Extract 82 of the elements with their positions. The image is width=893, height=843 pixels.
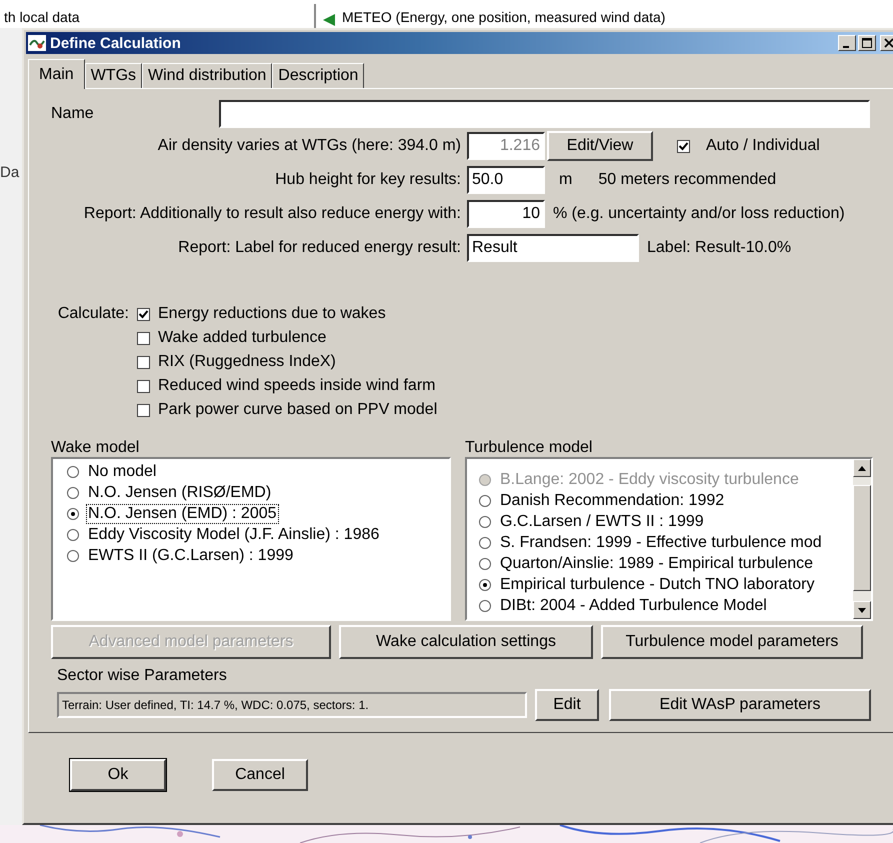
radio-button[interactable] (479, 558, 491, 570)
result-label-field[interactable]: Result (467, 234, 639, 262)
radio-label: S. Frandsen: 1999 - Effective turbulence mod (499, 532, 823, 552)
checkbox[interactable] (137, 308, 150, 320)
checkbox[interactable] (137, 332, 150, 344)
group-label: Sector wise Parameters (57, 667, 228, 685)
edit-button[interactable]: Edit (535, 689, 599, 721)
radio-button[interactable] (67, 486, 79, 498)
note-text: % (e.g. uncertainty and/or loss reduction) (553, 205, 845, 223)
radio-label: Empirical turbulence - Dutch TNO laboratory (499, 574, 816, 594)
radio-button[interactable] (67, 508, 79, 520)
hub-height-field[interactable]: 50.0 (467, 166, 545, 194)
scroll-down-button[interactable] (853, 601, 871, 619)
radio-button[interactable] (67, 466, 79, 478)
dialog-button[interactable]: Cancel (212, 759, 308, 791)
tab[interactable]: Wind distribution (142, 63, 272, 88)
radio-button[interactable] (67, 528, 79, 540)
section-label: Calculate: (56, 305, 130, 324)
tab[interactable]: WTGs (84, 63, 142, 88)
group-label: Turbulence model (465, 439, 594, 457)
radio-button[interactable] (479, 494, 491, 506)
checkbox[interactable] (137, 356, 150, 368)
tab[interactable]: Main (28, 59, 85, 89)
radio-label: B.Lange: 2002 - Eddy viscosity turbulence (499, 470, 800, 490)
checkbox-label: Auto / Individual (706, 137, 820, 155)
field-label: Hub height for key results: (274, 171, 462, 189)
checkbox-label: Energy reductions due to wakes (158, 305, 386, 323)
window-title: Define Calculation (50, 34, 182, 52)
note-text: Label: Result-10.0% (647, 239, 792, 257)
checkbox-label: Wake added turbulence (158, 329, 326, 347)
checkbox[interactable] (137, 380, 150, 392)
list-item[interactable]: METEO (Energy, one position, measured wind data) (342, 8, 666, 26)
note-text: 50 meters recommended (598, 171, 776, 189)
radio-label: N.O. Jensen (EMD) : 2005 (86, 504, 279, 524)
minimize-icon (842, 46, 848, 48)
group-label: Wake model (51, 439, 140, 457)
scrollbar[interactable] (853, 459, 871, 619)
flag-icon (322, 14, 336, 26)
name-field[interactable] (219, 100, 870, 128)
app-icon (28, 35, 46, 51)
radio-label: No model (87, 462, 158, 482)
maximize-icon (862, 38, 872, 48)
checkbox-label: Reduced wind speeds inside wind farm (158, 377, 436, 395)
close-button[interactable] (880, 35, 893, 51)
maximize-button[interactable] (858, 35, 876, 51)
scroll-up-icon (858, 466, 866, 470)
checkbox-label: Park power curve based on PPV model (158, 401, 438, 419)
radio-label: Eddy Viscosity Model (J.F. Ainslie) : 1986 (87, 524, 380, 544)
tab[interactable]: Description (272, 63, 364, 88)
checkbox-label: RIX (Ruggedness IndeX) (158, 353, 336, 371)
scroll-thumb[interactable] (853, 485, 871, 591)
minimize-button[interactable] (838, 35, 856, 51)
close-icon (884, 38, 893, 48)
radio-button[interactable] (479, 536, 491, 548)
dialog-button[interactable]: Ok (70, 759, 166, 791)
check-icon (678, 140, 689, 152)
radio-label: Danish Recommendation: 1992 (499, 490, 726, 510)
checkbox[interactable] (137, 404, 150, 416)
check-icon (138, 308, 149, 320)
radio-label: G.C.Larsen / EWTS II : 1999 (499, 512, 705, 532)
field-label: Name (51, 105, 95, 123)
radio-label: Quarton/Ainslie: 1989 - Empirical turbulence (499, 554, 814, 574)
background-text: th local data (3, 8, 80, 26)
radio-button[interactable] (67, 550, 79, 562)
edit-wasp-button[interactable]: Edit WAsP parameters (609, 689, 871, 721)
radio-label: EWTS II (G.C.Larsen) : 1999 (87, 546, 294, 566)
background-text: Da (0, 164, 20, 181)
radio-button[interactable] (479, 516, 491, 528)
unit-label: m (559, 171, 572, 189)
radio-label: N.O. Jensen (RISØ/EMD) (87, 482, 272, 502)
field-label: Report: Additionally to result also reduce energy with: (82, 205, 462, 223)
field-label: Report: Label for reduced energy result: (177, 239, 462, 257)
radio-button[interactable] (479, 600, 491, 612)
model-button[interactable]: Turbulence model parameters (601, 625, 863, 659)
scroll-up-button[interactable] (853, 459, 871, 477)
reduction-field[interactable]: 10 (467, 200, 545, 228)
model-button[interactable]: Wake calculation settings (339, 625, 593, 659)
scroll-down-icon (858, 608, 866, 612)
sector-summary-field: Terrain: User defined, TI: 14.7 %, WDC: 0.075, sectors: 1. (57, 692, 527, 718)
radio-button[interactable] (479, 578, 491, 590)
field-label: Air density varies at WTGs (here: 394.0 m) (156, 137, 462, 155)
radio-label: DIBt: 2004 - Added Turbulence Model (499, 596, 768, 616)
